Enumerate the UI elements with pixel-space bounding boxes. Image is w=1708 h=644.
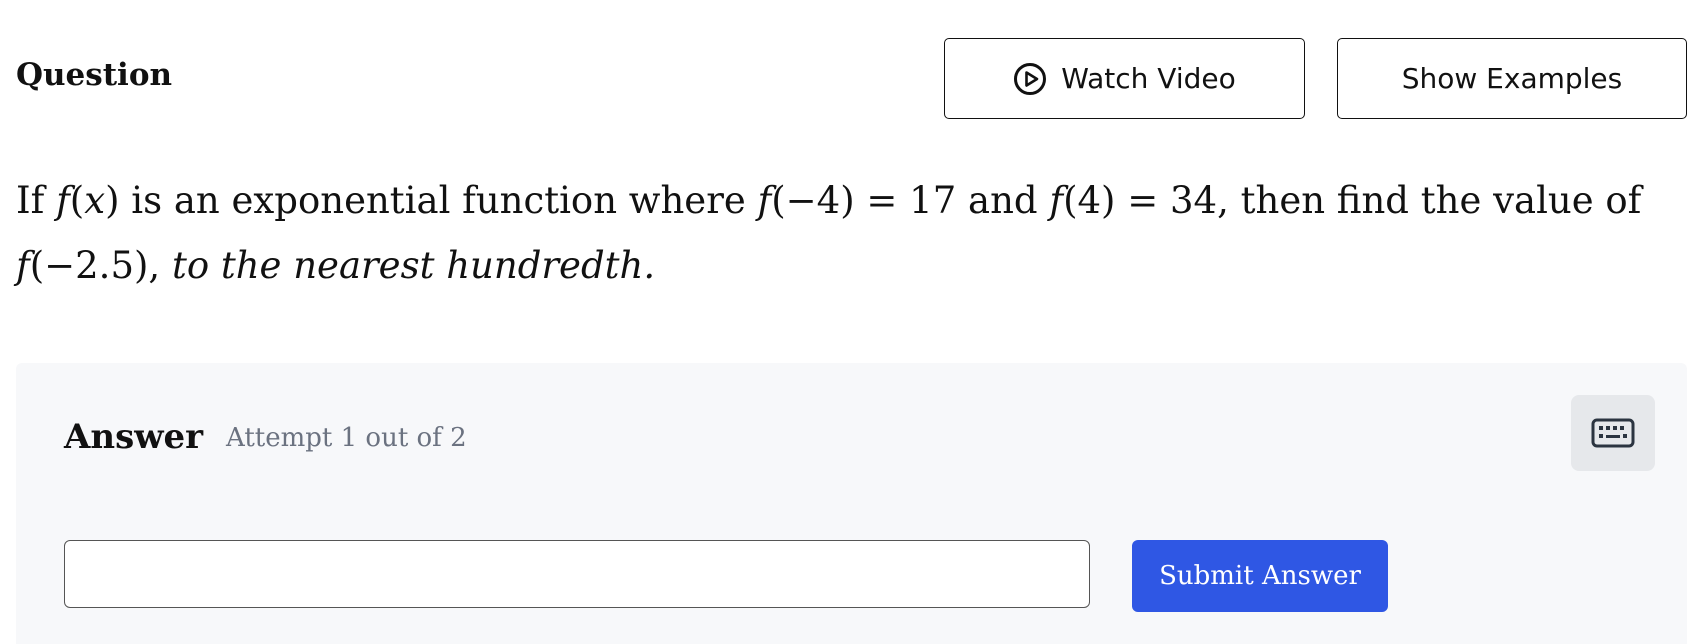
question-text-part: (−2.5),	[29, 244, 172, 287]
math-function-f: f	[1049, 179, 1064, 222]
question-text-part: (4) = 34, then find the value of	[1063, 179, 1642, 222]
math-variable-x: x	[84, 179, 106, 222]
answer-input[interactable]	[64, 540, 1090, 608]
attempt-counter: Attempt 1 out of 2	[226, 423, 467, 453]
watch-video-label: Watch Video	[1061, 62, 1236, 95]
play-circle-icon	[1014, 62, 1047, 95]
show-examples-label: Show Examples	[1401, 62, 1623, 95]
question-text-part: ) is an exponential function where	[105, 179, 758, 222]
math-function-f: f	[757, 179, 772, 222]
question-text-part: (	[69, 179, 85, 222]
answer-label: Answer	[64, 417, 204, 457]
keyboard-icon	[1591, 418, 1635, 448]
question-emphasis: to the nearest hundredth.	[171, 244, 656, 287]
show-examples-button[interactable]: Show Examples	[1337, 38, 1687, 119]
math-function-f: f	[16, 244, 30, 287]
question-text: If f(x) is an exponential function where…	[16, 168, 1686, 298]
answer-panel: Answer Attempt 1 out of 2 Submit Answer	[16, 363, 1687, 644]
watch-video-button[interactable]: Watch Video	[944, 38, 1305, 119]
question-text-part: If	[16, 179, 57, 222]
submit-answer-button[interactable]: Submit Answer	[1132, 540, 1388, 612]
keyboard-toggle-button[interactable]	[1571, 395, 1655, 471]
question-text-part: (−4) = 17 and	[771, 179, 1050, 222]
page-title: Question	[16, 57, 173, 93]
math-function-f: f	[56, 179, 70, 222]
